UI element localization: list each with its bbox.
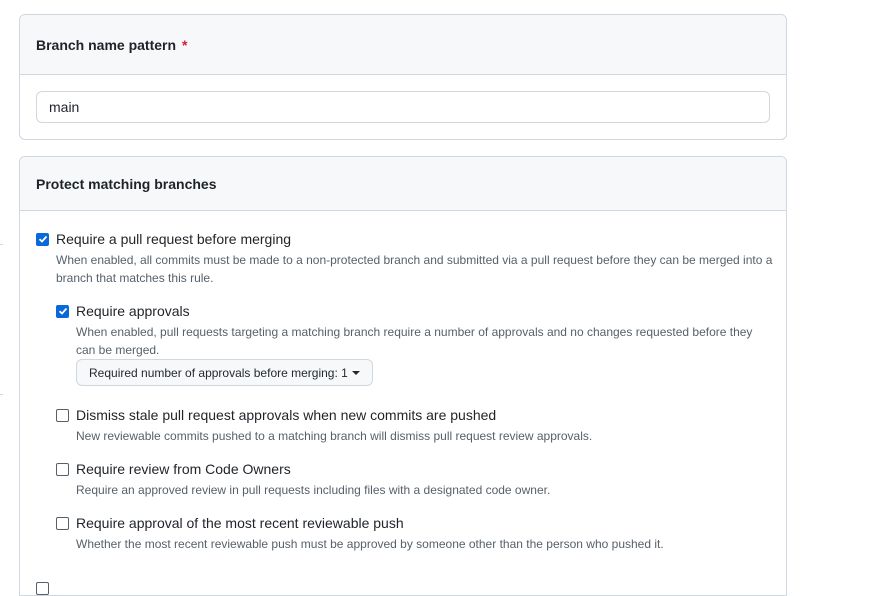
edge-mark [0,244,3,245]
require-code-owners-checkbox[interactable] [56,462,69,476]
check-icon [58,307,67,315]
require-code-owners-label[interactable]: Require review from Code Owners [76,461,291,477]
next-rule-checkbox[interactable] [36,582,49,595]
require-pull-request-label[interactable]: Require a pull request before merging [56,231,291,247]
approvals-count-label: Required number of approvals before merg… [89,365,348,380]
rule-require-approvals: Require approvals When enabled, pull req… [56,303,776,359]
rule-dismiss-stale-approvals: Dismiss stale pull request approvals whe… [56,407,776,445]
require-approvals-checkbox[interactable] [56,304,69,318]
require-recent-push-approval-label[interactable]: Require approval of the most recent revi… [76,515,404,531]
branch-pattern-box: Branch name pattern * [19,14,787,140]
require-pull-request-checkbox[interactable] [36,232,49,246]
branch-pattern-input[interactable] [36,91,770,123]
branch-pattern-body [20,75,786,139]
require-code-owners-description: Require an approved review in pull reque… [76,483,551,497]
branch-pattern-header: Branch name pattern * [20,15,786,75]
require-approvals-label[interactable]: Require approvals [76,303,190,319]
approvals-count-dropdown[interactable]: Required number of approvals before merg… [76,359,373,386]
required-marker: * [182,36,188,53]
dismiss-stale-approvals-checkbox[interactable] [56,408,69,422]
rule-require-pull-request: Require a pull request before merging Wh… [36,231,776,287]
protect-branches-title: Protect matching branches [36,175,217,192]
check-icon [38,235,47,243]
require-recent-push-approval-checkbox[interactable] [56,516,69,530]
branch-pattern-label: Branch name pattern [36,36,177,53]
rule-require-code-owners: Require review from Code Owners Require … [56,461,776,499]
edge-mark [0,394,3,395]
protect-branches-header: Protect matching branches [20,157,786,211]
rule-require-recent-push-approval: Require approval of the most recent revi… [56,515,776,553]
dismiss-stale-approvals-description: New reviewable commits pushed to a match… [76,429,593,443]
protect-branches-box: Protect matching branches Require a pull… [19,156,787,596]
require-approvals-description: When enabled, pull requests targeting a … [76,325,753,357]
dismiss-stale-approvals-label[interactable]: Dismiss stale pull request approvals whe… [76,407,496,423]
require-recent-push-approval-description: Whether the most recent reviewable push … [76,537,664,551]
caret-down-icon [351,370,360,375]
require-pull-request-description: When enabled, all commits must be made t… [56,253,773,285]
